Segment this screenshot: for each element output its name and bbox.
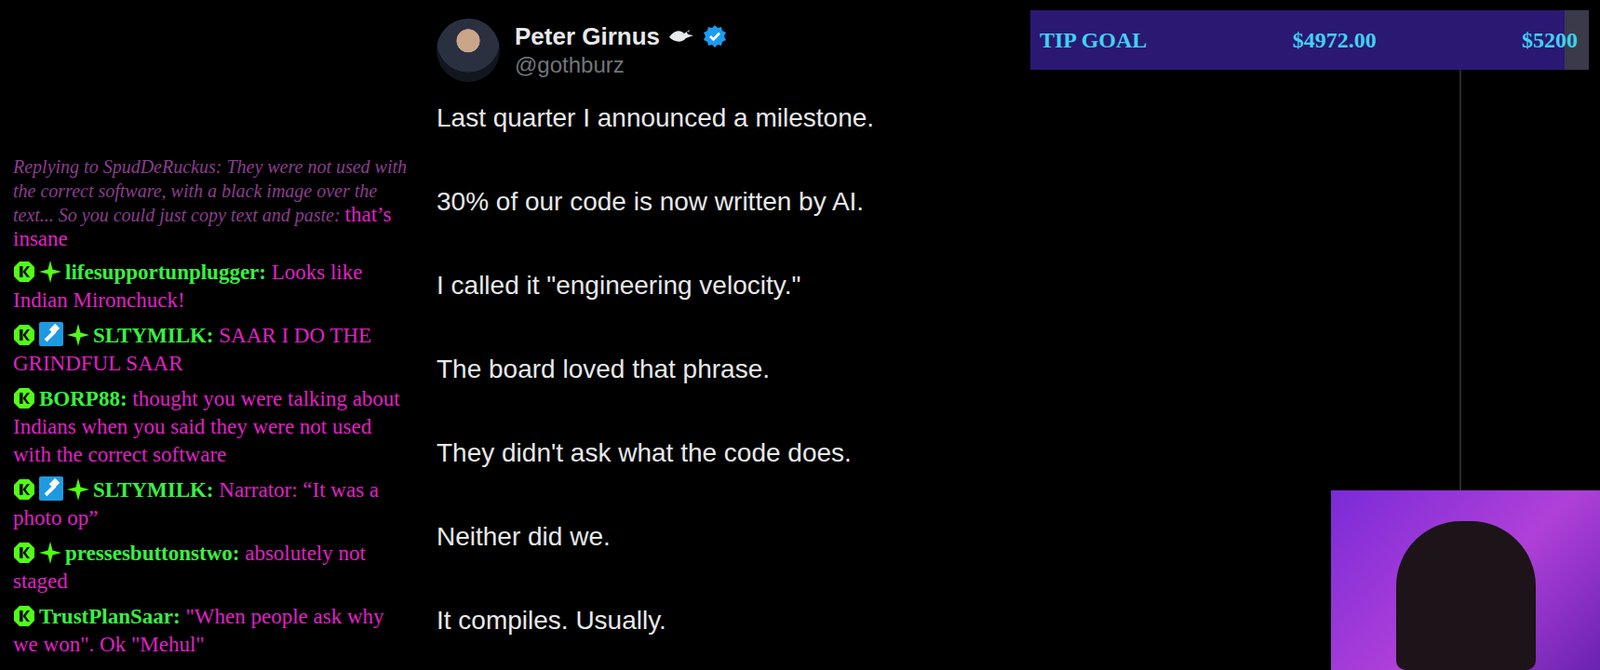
tweet-paragraph: Last quarter I announced a milestone. <box>436 102 1022 135</box>
divider-line <box>1459 69 1462 491</box>
overlay-panel: TIP GOAL $4972.00 $5200 <box>1030 0 1600 670</box>
author-row: Peter Girnus <box>514 21 727 52</box>
tweet-paragraph: Neither did we. <box>436 521 1022 553</box>
tweet-body: Last quarter I announced a milestone. 30%… <box>436 102 1022 637</box>
tip-goal-label: TIP GOAL <box>1039 23 1147 57</box>
kick-badge-icon <box>13 605 36 628</box>
tweet-panel: Peter Girnus@gothburz Last quarter I anno… <box>418 0 1031 670</box>
chat-message: SLTYMILK: Narrator: “It was a photo op” <box>13 476 412 533</box>
chat-message: pressesbuttonstwo: absolutely not staged <box>13 539 412 596</box>
sparkle-icon <box>67 478 90 501</box>
chat-username[interactable]: SLTYMILK: <box>93 323 215 348</box>
eagle-icon <box>667 24 696 49</box>
chat-username[interactable]: TrustPlanSaar: <box>39 605 181 629</box>
tweet-paragraph: The board loved that phrase. <box>436 353 1022 386</box>
moderator-icon <box>39 476 64 501</box>
tweet-paragraph: I called it "engineering velocity." <box>436 269 1022 302</box>
tip-goal-bar: TIP GOAL $4972.00 $5200 <box>1030 10 1589 70</box>
tip-goal-current: $4972.00 <box>1292 23 1377 57</box>
kick-badge-icon <box>13 387 36 410</box>
kick-badge-icon <box>13 541 36 565</box>
chat-username[interactable]: pressesbuttonstwo: <box>65 541 240 565</box>
tweet-paragraph: 30% of our code is now written by AI. <box>436 186 1022 218</box>
chat-message: lifesupportunplugger: Looks like Indian … <box>13 258 412 315</box>
tweet-header: Peter Girnus@gothburz <box>436 18 1022 82</box>
streamer-figure <box>1396 521 1536 670</box>
tip-goal-target: $5200 <box>1521 23 1578 57</box>
kick-badge-icon <box>13 323 36 347</box>
reply-message: Replying to SpudDeRuckus: They were not … <box>13 154 412 252</box>
chat-username[interactable]: BORP88: <box>39 387 128 411</box>
chat-message: SLTYMILK: SAAR I DO THE GRINDFUL SAAR <box>13 322 412 378</box>
moderator-icon <box>39 322 64 347</box>
chat-message: TrustPlanSaar: "When people ask why we w… <box>13 603 412 659</box>
tweet-paragraph: They didn't ask what the code does. <box>436 437 1022 470</box>
chat-message: BORP88: thought you were talking about I… <box>13 385 412 470</box>
chat-username[interactable]: lifesupportunplugger: <box>65 260 267 284</box>
kick-badge-icon <box>13 478 36 501</box>
author-block: Peter Girnus@gothburz <box>514 21 727 80</box>
verified-icon <box>702 24 727 49</box>
sparkle-icon <box>39 541 62 565</box>
avatar-photo[interactable] <box>436 18 500 82</box>
kick-badge-icon <box>13 260 36 283</box>
chat-username[interactable]: SLTYMILK: <box>93 478 215 502</box>
author-handle[interactable]: @gothburz <box>514 51 727 80</box>
sparkle-icon <box>67 323 90 347</box>
webcam-video <box>1331 490 1600 670</box>
author-name[interactable]: Peter Girnus <box>514 21 660 52</box>
sparkle-icon <box>39 260 62 283</box>
tip-goal-row: TIP GOAL $4972.00 $5200 <box>1030 10 1589 70</box>
chat-panel: Replying to SpudDeRuckus: They were not … <box>0 0 419 670</box>
tweet-paragraph: It compiles. Usually. <box>436 605 1022 637</box>
